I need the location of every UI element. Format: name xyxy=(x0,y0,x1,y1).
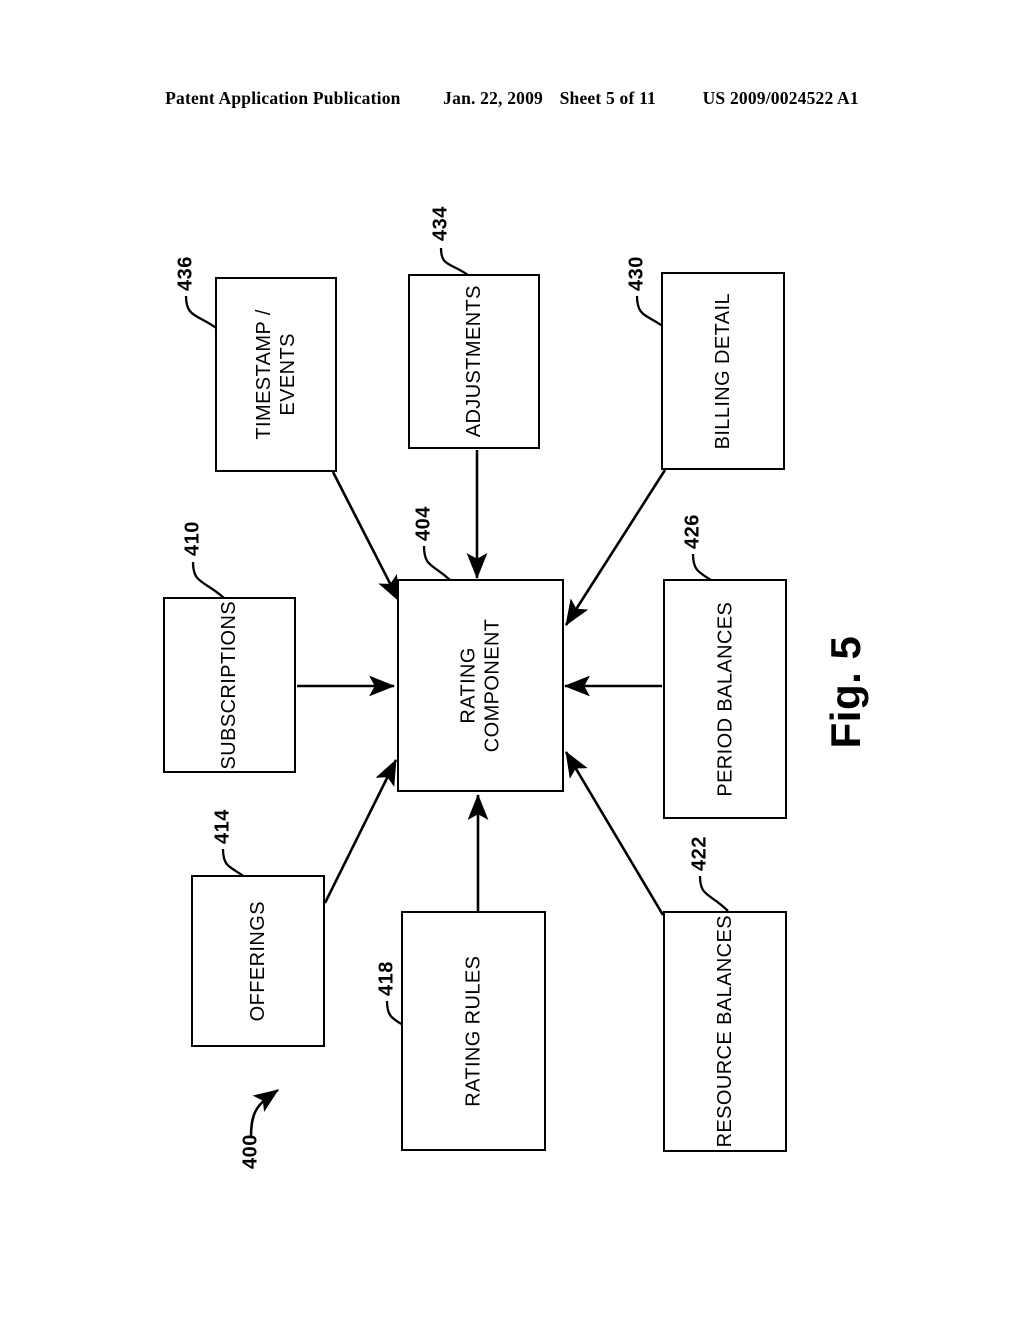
node-rating-rules[interactable]: RATING RULES xyxy=(401,911,546,1151)
node-label-rating-rules: RATING RULES xyxy=(462,955,485,1107)
node-offerings[interactable]: OFFERINGS xyxy=(191,875,325,1047)
ref-numeral-404: 404 xyxy=(412,506,435,541)
node-label-billing-detail: BILLING DETAIL xyxy=(711,292,734,450)
ref-numeral-410: 410 xyxy=(181,521,204,556)
connector-offerings-to-rating-component xyxy=(323,759,398,904)
leader-line-410 xyxy=(191,561,225,599)
node-rating-component[interactable]: RATING COMPONENT xyxy=(397,579,564,792)
figure-caption: Fig. 5 xyxy=(822,635,869,749)
leader-line-422 xyxy=(698,875,729,912)
leader-line-404 xyxy=(422,545,453,583)
ref-numeral-436: 436 xyxy=(174,256,197,291)
ref-numeral-414: 414 xyxy=(211,809,234,844)
node-period-balances[interactable]: PERIOD BALANCES xyxy=(663,579,787,819)
connector-billing-detail-to-rating-component xyxy=(564,469,667,626)
node-label-adjustments: ADJUSTMENTS xyxy=(462,285,485,438)
node-label-resource-balances: RESOURCE BALANCES xyxy=(713,915,736,1148)
ref-numeral-434: 434 xyxy=(429,206,452,241)
node-label-offerings: OFFERINGS xyxy=(246,900,269,1022)
ref-numeral-418: 418 xyxy=(375,961,398,996)
node-billing-detail[interactable]: BILLING DETAIL xyxy=(661,272,785,470)
ref-numeral-426: 426 xyxy=(681,514,704,549)
node-timestamp-events[interactable]: TIMESTAMP / EVENTS xyxy=(215,277,337,472)
node-resource-balances[interactable]: RESOURCE BALANCES xyxy=(663,911,787,1152)
node-label-timestamp-events: TIMESTAMP / EVENTS xyxy=(252,309,299,440)
connector-timestamp-events-to-rating-component xyxy=(331,471,401,602)
ref-numeral-422: 422 xyxy=(688,836,711,871)
figure-5-diagram: TIMESTAMP / EVENTS ADJUSTMENTS BILLING D… xyxy=(0,0,1024,1320)
node-subscriptions[interactable]: SUBSCRIPTIONS xyxy=(163,597,296,773)
ref-numeral-400: 400 xyxy=(239,1134,262,1169)
node-label-subscriptions: SUBSCRIPTIONS xyxy=(218,600,241,770)
node-adjustments[interactable]: ADJUSTMENTS xyxy=(408,274,540,449)
node-label-rating-component: RATING COMPONENT xyxy=(457,618,504,753)
connector-resource-balances-to-rating-component xyxy=(564,751,665,916)
ref-numeral-430: 430 xyxy=(625,256,648,291)
node-label-period-balances: PERIOD BALANCES xyxy=(713,601,736,797)
